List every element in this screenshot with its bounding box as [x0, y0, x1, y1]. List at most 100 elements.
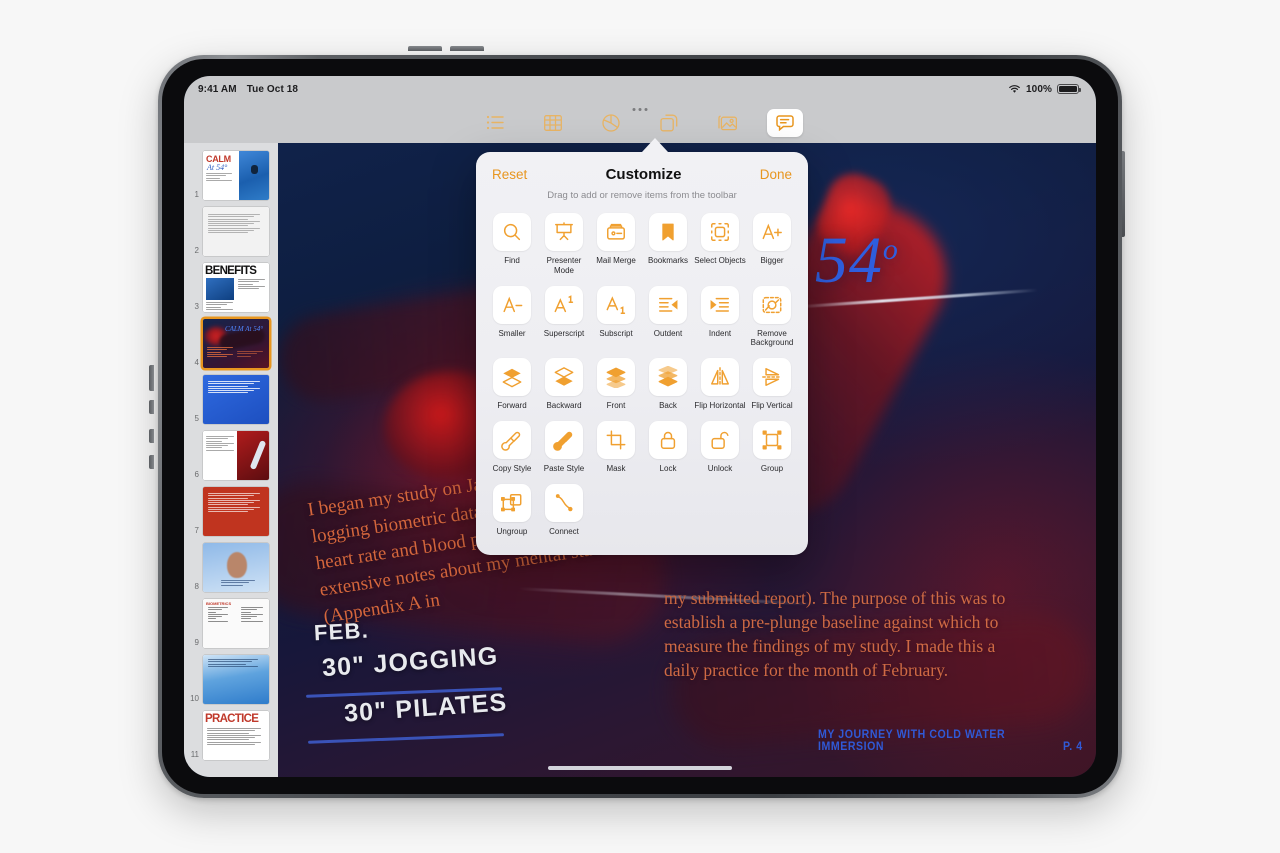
- send-back-icon[interactable]: [649, 358, 687, 396]
- customize-item-lock[interactable]: Lock: [642, 420, 694, 474]
- customize-item-label: Mail Merge: [596, 256, 636, 265]
- customize-item-bookmarks[interactable]: Bookmarks: [642, 213, 694, 276]
- unlock-icon[interactable]: [701, 420, 739, 459]
- forward-icon[interactable]: [493, 358, 531, 396]
- reset-button[interactable]: Reset: [492, 167, 527, 182]
- customize-item-forward[interactable]: Forward: [486, 358, 538, 411]
- page-thumbnail-1[interactable]: CALM At 54°: [203, 151, 269, 200]
- customize-item-find[interactable]: Find: [486, 213, 538, 276]
- customize-item-label: Subscript: [599, 328, 633, 338]
- drag-handle[interactable]: [632, 108, 648, 111]
- font-bigger-icon[interactable]: [753, 213, 791, 251]
- bookmark-icon[interactable]: [649, 213, 687, 251]
- thumbnail-row[interactable]: 8: [184, 540, 278, 596]
- toolbar-media-icon[interactable]: [709, 109, 745, 137]
- group-icon[interactable]: [753, 420, 791, 459]
- customize-item-label: Outdent: [653, 328, 683, 338]
- customize-item-select-objects[interactable]: Select Objects: [694, 213, 746, 276]
- page-thumbnail-4[interactable]: CALM At 54°: [203, 319, 269, 368]
- thumbnail-row[interactable]: 3 BENEFITS: [184, 260, 278, 316]
- thumbnail-row[interactable]: 7: [184, 484, 278, 540]
- toolbar-comment-icon[interactable]: [767, 108, 803, 137]
- page-thumbnail-7[interactable]: [203, 487, 269, 536]
- page-thumbnail-10[interactable]: [203, 655, 269, 704]
- lock-icon[interactable]: [649, 420, 687, 459]
- thumbnail-row[interactable]: 1 CALM At 54°: [184, 148, 278, 204]
- toolbar-chart-icon[interactable]: [593, 109, 629, 137]
- customize-item-flip-horizontal[interactable]: Flip Horizontal: [694, 358, 746, 411]
- customize-item-presenter-mode[interactable]: Presenter Mode: [538, 213, 590, 276]
- customize-item-mask[interactable]: Mask: [590, 420, 642, 474]
- customize-item-bigger[interactable]: Bigger: [746, 213, 798, 276]
- page-thumbnails-sidebar[interactable]: 1 CALM At 54° 2 3 BENEFITS 4 CALM At 54° 5 6 7 8 9 BI…: [184, 143, 278, 777]
- page-thumbnail-9[interactable]: BIOMETRICS: [203, 599, 269, 648]
- page-thumbnail-2[interactable]: [203, 207, 269, 256]
- customize-item-copy-style[interactable]: Copy Style: [486, 420, 538, 474]
- thumbnail-row[interactable]: 6: [184, 428, 278, 484]
- mail-merge-icon[interactable]: [597, 213, 635, 251]
- customize-item-superscript[interactable]: Superscript: [538, 285, 590, 349]
- indent-icon[interactable]: [701, 285, 739, 324]
- presenter-mode-icon[interactable]: [545, 213, 583, 251]
- customize-item-remove-background[interactable]: Remove Background: [746, 285, 798, 349]
- battery-percent: 100%: [1026, 83, 1052, 95]
- customize-item-mail-merge[interactable]: Mail Merge: [590, 213, 642, 276]
- outdent-icon[interactable]: [649, 285, 687, 324]
- customize-item-smaller[interactable]: Smaller: [486, 285, 538, 349]
- ungroup-icon[interactable]: [493, 483, 531, 522]
- remove-background-icon[interactable]: [753, 285, 791, 324]
- copy-style-icon[interactable]: [493, 420, 531, 459]
- page-thumbnail-6[interactable]: [203, 431, 269, 480]
- thumbnail-row[interactable]: 9 BIOMETRICS: [184, 596, 278, 652]
- customize-item-front[interactable]: Front: [590, 358, 642, 411]
- font-smaller-icon[interactable]: [493, 285, 531, 324]
- power-button[interactable]: [149, 365, 154, 391]
- customize-item-ungroup[interactable]: Ungroup: [486, 483, 538, 537]
- flip-horizontal-icon[interactable]: [701, 358, 739, 396]
- thumbnail-row[interactable]: 11 PRACTICE: [184, 708, 278, 764]
- thumbnail-row[interactable]: 2: [184, 204, 278, 260]
- customize-item-group[interactable]: Group: [746, 420, 798, 474]
- body-paragraph[interactable]: my submitted report). The purpose of thi…: [664, 586, 1019, 683]
- page-thumbnail-8[interactable]: [203, 543, 269, 592]
- thumbnail-page-number: 6: [194, 470, 199, 479]
- ipad-screen: 9:41 AM Tue Oct 18 100% 1 CALM At 54° 2 …: [184, 76, 1096, 777]
- connect-icon[interactable]: [545, 483, 583, 522]
- customize-item-connect[interactable]: Connect: [538, 483, 590, 537]
- page-thumbnail-11[interactable]: PRACTICE: [203, 711, 269, 760]
- home-indicator[interactable]: [548, 766, 732, 770]
- thumbnail-row[interactable]: 4 CALM At 54°: [184, 316, 278, 372]
- customize-item-label: Presenter Mode: [546, 256, 582, 275]
- select-objects-icon[interactable]: [701, 213, 739, 251]
- subscript-icon[interactable]: [597, 285, 635, 324]
- page-thumbnail-5[interactable]: [203, 375, 269, 424]
- paste-style-icon[interactable]: [545, 420, 583, 459]
- customize-item-flip-vertical[interactable]: Flip Vertical: [746, 358, 798, 411]
- page-thumbnail-3[interactable]: BENEFITS: [203, 263, 269, 312]
- done-button[interactable]: Done: [760, 167, 792, 182]
- toolbar-list-icon[interactable]: [477, 109, 513, 137]
- bring-front-icon[interactable]: [597, 358, 635, 396]
- customize-item-indent[interactable]: Indent: [694, 285, 746, 349]
- volume-down-button[interactable]: [450, 46, 484, 51]
- flip-vertical-icon[interactable]: [753, 358, 791, 396]
- thumbnail-row[interactable]: 5: [184, 372, 278, 428]
- popover-arrow: [642, 138, 668, 152]
- customize-item-subscript[interactable]: Subscript: [590, 285, 642, 349]
- thumbnail-row[interactable]: 10: [184, 652, 278, 708]
- thumbnail-page-number: 10: [190, 694, 199, 703]
- superscript-icon[interactable]: [545, 285, 583, 324]
- customize-item-backward[interactable]: Backward: [538, 358, 590, 411]
- search-icon[interactable]: [493, 213, 531, 251]
- customize-item-paste-style[interactable]: Paste Style: [538, 420, 590, 474]
- handwriting-line-2: 30" JOGGING: [321, 641, 500, 683]
- toolbar-table-icon[interactable]: [535, 109, 571, 137]
- customize-item-unlock[interactable]: Unlock: [694, 420, 746, 474]
- mask-icon[interactable]: [597, 420, 635, 459]
- backward-icon[interactable]: [545, 358, 583, 396]
- customize-item-back[interactable]: Back: [642, 358, 694, 411]
- customize-item-outdent[interactable]: Outdent: [642, 285, 694, 349]
- volume-up-button[interactable]: [408, 46, 442, 51]
- toolbar-shape-icon[interactable]: [651, 109, 687, 137]
- ipad-device: 9:41 AM Tue Oct 18 100% 1 CALM At 54° 2 …: [149, 46, 1125, 798]
